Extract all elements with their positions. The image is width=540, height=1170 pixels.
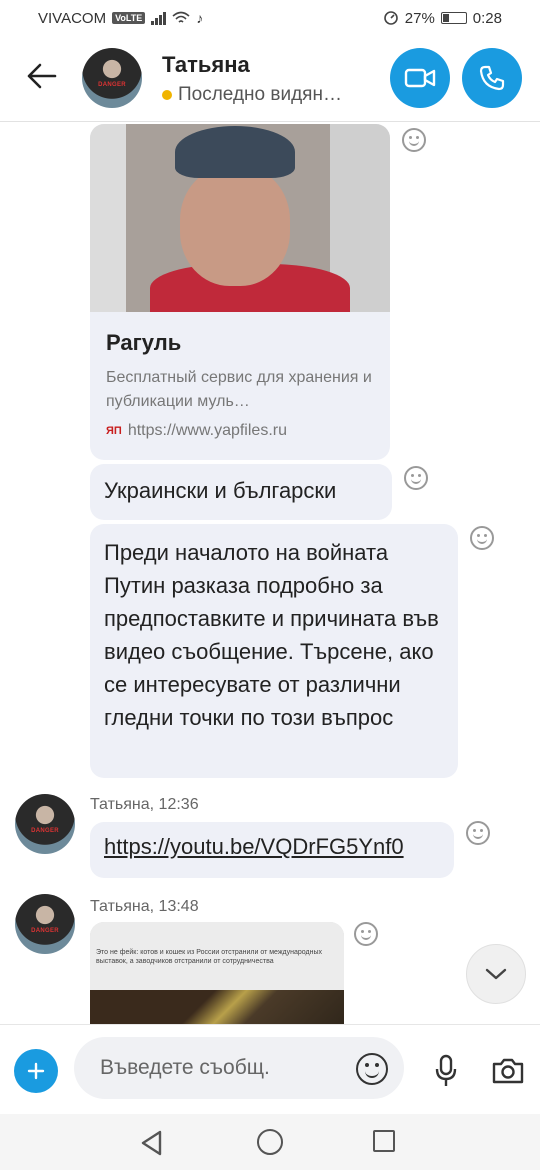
- link-preview-card[interactable]: Рагуль Бесплатный сервис для хранения и …: [90, 124, 390, 460]
- signal-icon: [151, 11, 167, 25]
- microphone-icon: [435, 1054, 457, 1086]
- message-bubble[interactable]: Украински и български: [90, 464, 392, 520]
- message-bubble[interactable]: Преди началото на войната Путин разказа …: [90, 524, 458, 778]
- link-source: ЯП https://www.yapfiles.ru: [106, 422, 287, 440]
- sender-timestamp: Татьяна, 12:36: [90, 796, 199, 813]
- phone-icon: [479, 65, 505, 91]
- message-composer: [0, 1024, 540, 1114]
- status-bar: VIVACOM VoLTE ♪ 27% 0:28: [0, 0, 540, 36]
- data-saver-icon: [383, 11, 398, 25]
- nav-recents-icon[interactable]: [373, 1130, 395, 1152]
- status-right: 27% 0:28: [383, 10, 502, 27]
- reaction-smiley-icon[interactable]: [470, 526, 494, 550]
- sender-timestamp: Татьяна, 13:48: [90, 898, 199, 915]
- status-left: VIVACOM VoLTE ♪: [38, 10, 203, 27]
- camera-button[interactable]: [488, 1051, 528, 1091]
- last-seen-text: Последно видян…: [178, 84, 342, 105]
- scroll-to-bottom-button[interactable]: [466, 944, 526, 1004]
- message-input[interactable]: [74, 1037, 404, 1099]
- wifi-icon: [172, 11, 190, 23]
- thumbnail-face: [180, 166, 290, 286]
- reaction-smiley-icon[interactable]: [466, 821, 490, 845]
- camera-icon: [492, 1058, 524, 1084]
- video-call-button[interactable]: [390, 48, 450, 108]
- volte-badge: VoLTE: [112, 12, 146, 24]
- emoji-icon[interactable]: [356, 1053, 388, 1085]
- avatar-shirt-text: DANGER: [31, 927, 59, 934]
- link-title: Рагуль: [106, 330, 182, 355]
- back-button[interactable]: [22, 56, 62, 96]
- audio-call-button[interactable]: [462, 48, 522, 108]
- youtube-link-message[interactable]: https://youtu.be/VQDrFG5Ynf0: [90, 822, 454, 878]
- nav-back-icon[interactable]: [140, 1130, 164, 1156]
- contact-avatar[interactable]: DANGER: [82, 48, 142, 108]
- carrier-name: VIVACOM: [38, 9, 107, 27]
- sender-avatar[interactable]: DANGER: [15, 894, 75, 954]
- avatar-shirt-text: DANGER: [98, 81, 126, 88]
- sender-avatar[interactable]: DANGER: [15, 794, 75, 854]
- chat-header: DANGER Татьяна Последно видян…: [0, 36, 540, 122]
- contact-status: Последно видян…: [162, 84, 342, 106]
- add-attachment-button[interactable]: [14, 1049, 58, 1093]
- plus-icon: [27, 1062, 45, 1080]
- battery-percent: 27%: [404, 9, 435, 27]
- reaction-smiley-icon[interactable]: [404, 466, 428, 490]
- image-caption: Это не фейк: котов и кошек из России отс…: [90, 922, 344, 990]
- microphone-button[interactable]: [428, 1051, 464, 1091]
- arrow-left-icon: [27, 63, 57, 89]
- contact-name[interactable]: Татьяна: [162, 52, 250, 78]
- message-list[interactable]: Рагуль Бесплатный сервис для хранения и …: [0, 122, 540, 1024]
- away-status-dot: [162, 90, 172, 100]
- avatar-shirt-text: DANGER: [31, 827, 59, 834]
- thumbnail-cap: [175, 126, 295, 178]
- image-message[interactable]: Это не фейк: котов и кошек из России отс…: [90, 922, 344, 1024]
- image-photo: [90, 990, 344, 1024]
- notification-icon: ♪: [196, 10, 204, 26]
- link-description: Бесплатный сервис для хранения и публика…: [106, 369, 372, 410]
- reaction-smiley-icon[interactable]: [402, 128, 426, 152]
- link-preview-thumbnail: [90, 124, 390, 312]
- battery-icon: [440, 12, 467, 24]
- site-logo-icon: ЯП: [106, 425, 122, 437]
- system-navigation-bar: [0, 1114, 540, 1170]
- link-url[interactable]: https://www.yapfiles.ru: [128, 422, 287, 440]
- video-camera-icon: [404, 68, 436, 88]
- clock: 0:28: [472, 9, 502, 27]
- nav-home-icon[interactable]: [257, 1129, 283, 1155]
- reaction-smiley-icon[interactable]: [354, 922, 378, 946]
- chevron-down-icon: [485, 968, 507, 980]
